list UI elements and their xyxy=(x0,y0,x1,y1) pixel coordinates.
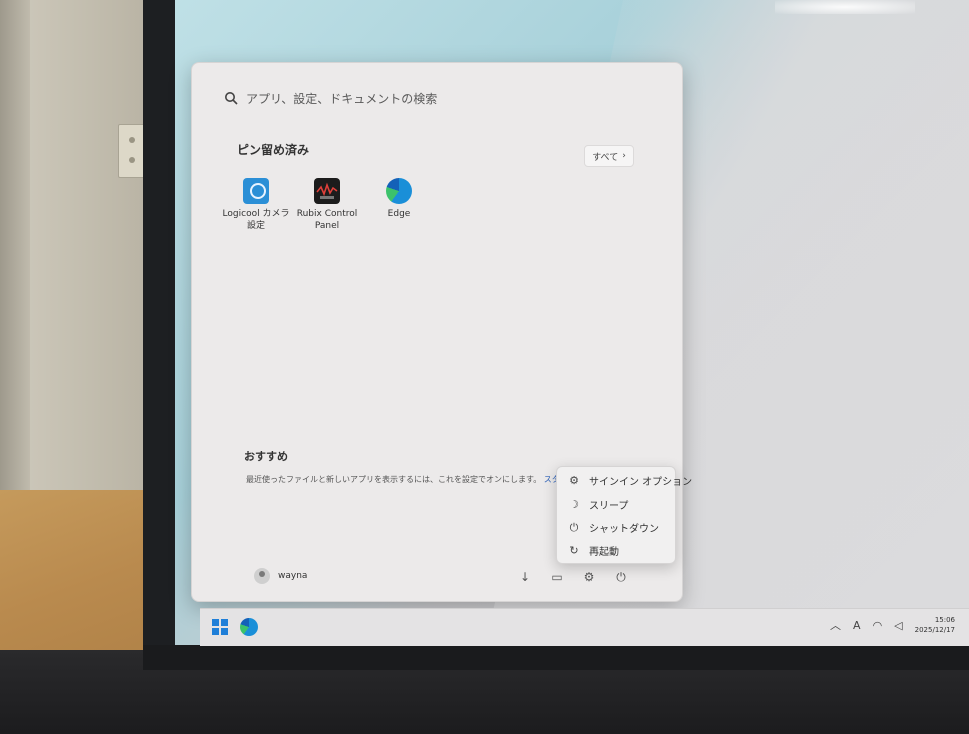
user-name: wayna xyxy=(278,571,308,581)
clock-time: 15:06 xyxy=(934,616,955,624)
avatar xyxy=(254,568,270,584)
logicool-camera-icon xyxy=(243,178,269,204)
wifi-icon[interactable]: ◠ xyxy=(873,619,883,632)
power-menu-restart[interactable]: ↻ 再起動 xyxy=(567,543,619,558)
pinned-app-logicool[interactable]: Logicool カメラ設定 xyxy=(220,178,292,232)
pinned-title: ピン留め済み xyxy=(237,143,310,157)
windows-start-icon[interactable] xyxy=(212,619,228,635)
download-icon[interactable]: ↓ xyxy=(516,570,534,585)
wall-edge xyxy=(0,0,30,560)
settings-icon[interactable]: ⚙ xyxy=(580,570,598,585)
start-footer: wayna ↓ ▭ ⚙ ⏻ xyxy=(200,564,660,596)
pinned-app-label: Edge xyxy=(387,209,411,219)
recommended-description: 最近使ったファイルと新しいアプリを表示するには、これを設定でオンにします。 xyxy=(246,475,542,484)
system-tray: ︿ A ◠ ◁ 15:06 2025/12/17 xyxy=(830,615,955,635)
rubix-icon xyxy=(314,178,340,204)
recommended-title: おすすめ xyxy=(244,450,288,463)
edge-taskbar-icon[interactable] xyxy=(240,618,258,636)
search-box[interactable]: アプリ、設定、ドキュメントの検索 xyxy=(224,83,654,113)
ime-icon[interactable]: A xyxy=(853,619,861,632)
pinned-app-label: Rubix Control Panel xyxy=(296,209,358,231)
all-apps-label: すべて xyxy=(592,152,619,163)
footer-icons: ↓ ▭ ⚙ ⏻ xyxy=(516,570,630,585)
clock-date: 2025/12/17 xyxy=(914,626,955,634)
power-menu-shutdown[interactable]: ⏻ シャットダウン xyxy=(567,520,659,536)
pinned-app-label: Logicool カメラ設定 xyxy=(222,209,290,231)
power-menu-label: サインイン オプション xyxy=(589,477,693,488)
power-menu-signin-options[interactable]: ⚙ サインイン オプション xyxy=(567,473,692,488)
power-menu-label: スリープ xyxy=(589,501,629,512)
edge-icon xyxy=(386,178,412,204)
power-menu-label: シャットダウン xyxy=(589,524,659,535)
power-icon[interactable]: ⏻ xyxy=(612,570,630,585)
user-account[interactable]: wayna xyxy=(254,568,307,584)
clock[interactable]: 15:06 2025/12/17 xyxy=(915,615,955,635)
power-menu: ⚙ サインイン オプション ☽ スリープ ⏻ シャットダウン ↻ 再起動 xyxy=(556,466,692,564)
monitor-chin xyxy=(143,645,969,670)
pinned-app-rubix[interactable]: Rubix Control Panel xyxy=(291,178,363,232)
folder-icon[interactable]: ▭ xyxy=(548,570,566,585)
volume-icon[interactable]: ◁ xyxy=(894,619,902,632)
recommended-text: 最近使ったファイルと新しいアプリを表示するには、これを設定でオンにします。 スタ… xyxy=(246,474,592,485)
search-icon xyxy=(225,92,238,105)
all-apps-button[interactable]: すべて › xyxy=(584,145,634,167)
gear-icon: ⚙ xyxy=(569,474,579,487)
sleep-icon: ☽ xyxy=(569,498,579,511)
pinned-app-edge[interactable]: Edge xyxy=(363,178,435,220)
power-icon: ⏻ xyxy=(569,520,579,534)
power-menu-label: 再起動 xyxy=(589,547,619,558)
search-placeholder: アプリ、設定、ドキュメントの検索 xyxy=(246,91,438,106)
chevron-up-icon[interactable]: ︿ xyxy=(830,617,841,633)
taskbar: ︿ A ◠ ◁ 15:06 2025/12/17 xyxy=(200,608,969,646)
chevron-right-icon: › xyxy=(622,151,626,161)
power-menu-sleep[interactable]: ☽ スリープ xyxy=(567,497,628,512)
restart-icon: ↻ xyxy=(569,544,579,557)
